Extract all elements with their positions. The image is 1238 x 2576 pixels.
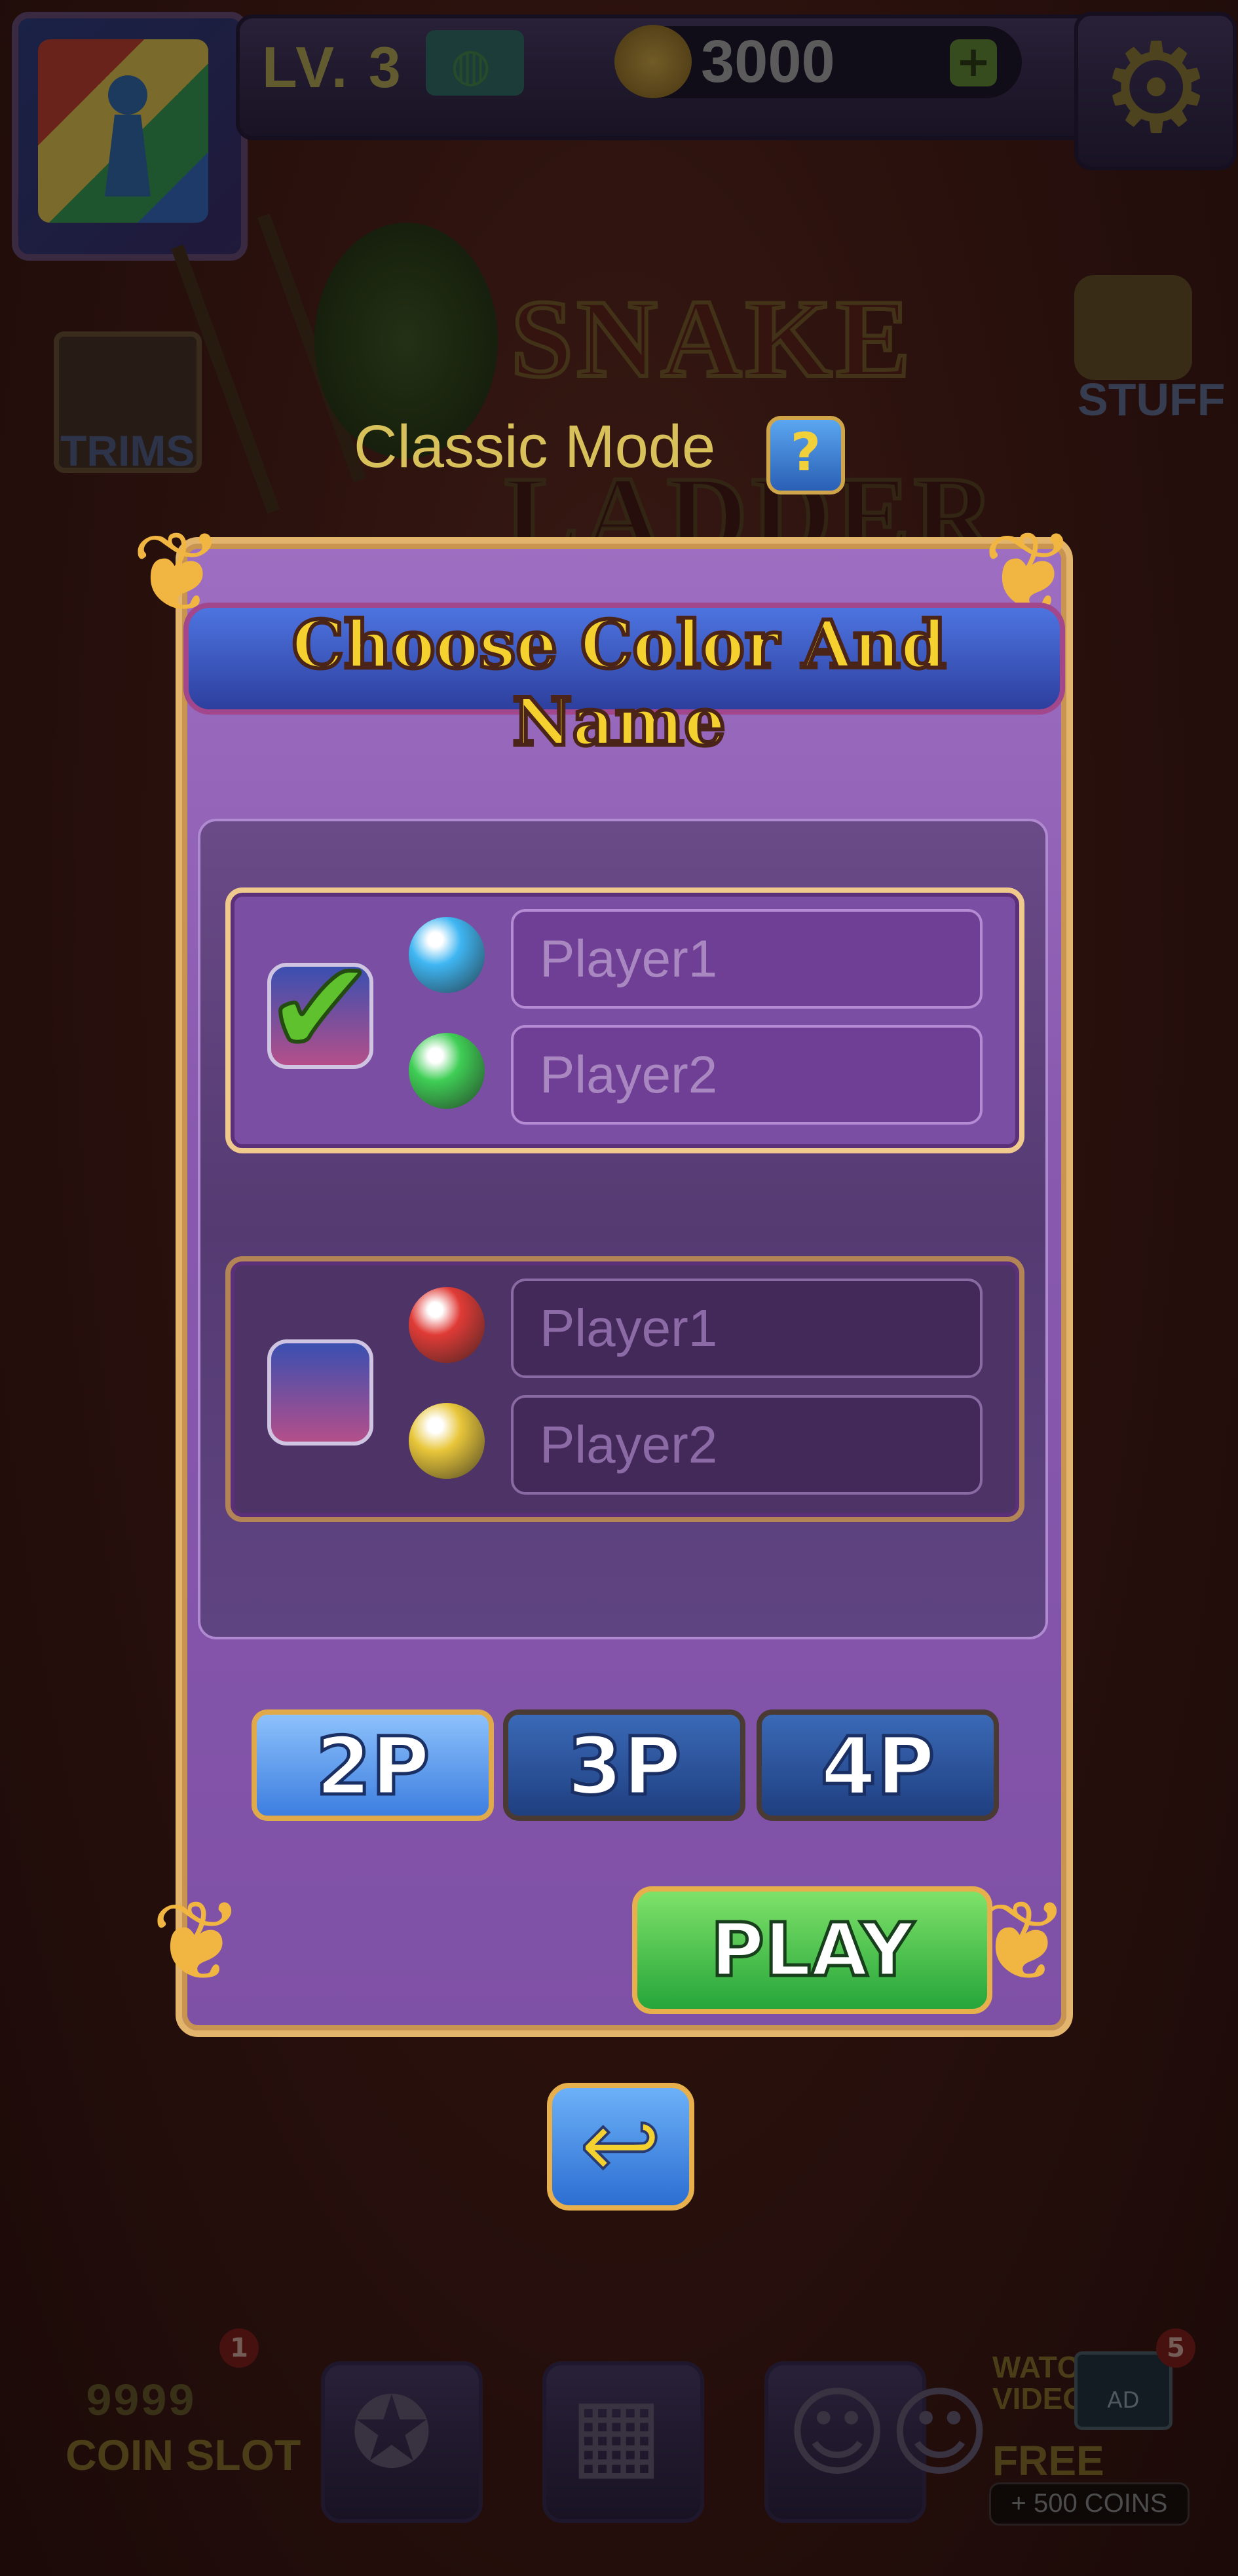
add-coins-button[interactable]: + xyxy=(950,39,997,86)
mode-title: Classic Mode xyxy=(354,413,716,480)
checkmark-icon: ✔ xyxy=(263,932,377,1085)
coin-balance: 3000 xyxy=(701,28,835,95)
logo-snake: SNAKE xyxy=(509,275,914,402)
ad-label: AD xyxy=(1107,2387,1140,2414)
free-coins-amount: + 500 COINS xyxy=(989,2482,1190,2526)
game-screen: { "top_bar": { "level_text": "LV. 3", "c… xyxy=(0,0,1238,2576)
player-name-field[interactable]: Player1 xyxy=(511,909,983,1009)
color-ball-green[interactable] xyxy=(409,1033,485,1109)
coin-slot-digits: 9999 xyxy=(85,2378,196,2429)
rank-medal-icon: ✪ xyxy=(350,2376,433,2490)
three-player-button[interactable]: 3P xyxy=(503,1709,745,1821)
friends-icon: ☺☺ xyxy=(786,2376,991,2490)
video-ad-icon[interactable]: AD xyxy=(1074,2351,1172,2430)
two-player-button[interactable]: 2P xyxy=(252,1709,494,1821)
coin-slot-badge: 1 xyxy=(219,2328,259,2368)
globe-icon: ◍ xyxy=(451,38,491,92)
ornament-corner-icon: ❦ xyxy=(151,1877,244,2007)
player-name-field[interactable]: Player2 xyxy=(511,1025,983,1125)
stuff-chest-icon[interactable] xyxy=(1074,275,1192,380)
coin-slot-label[interactable]: COIN SLOT xyxy=(66,2430,301,2480)
level-label: LV. 3 xyxy=(262,35,403,100)
watch-video-label: WATCH VIDEO xyxy=(992,2350,1101,2416)
dialog-title: Choose Color And Name xyxy=(290,604,948,762)
undo-arrow-icon: ↩ xyxy=(578,2087,664,2203)
free-coins-badge: 5 xyxy=(1156,2328,1195,2368)
coin-icon xyxy=(614,25,692,98)
stuff-label: STUFF xyxy=(1078,374,1226,425)
color-ball-yellow[interactable] xyxy=(409,1403,485,1479)
player-name-field[interactable]: Player2 xyxy=(511,1395,983,1495)
four-player-button[interactable]: 4P xyxy=(757,1709,999,1821)
color-ball-red[interactable] xyxy=(409,1287,485,1363)
trims-label: TRIMS xyxy=(60,426,195,475)
color-ball-blue[interactable] xyxy=(409,917,485,993)
player-name-field[interactable]: Player1 xyxy=(511,1279,983,1378)
back-button[interactable]: ↩ xyxy=(547,2083,694,2211)
board-game-icon: ▦ xyxy=(570,2376,663,2490)
play-button[interactable]: PLAY xyxy=(632,1886,992,2014)
help-button[interactable]: ? xyxy=(766,416,845,495)
pawn-icon xyxy=(105,75,151,196)
gear-icon: ⚙ xyxy=(1100,16,1212,160)
group-2-checkbox[interactable] xyxy=(267,1339,373,1446)
